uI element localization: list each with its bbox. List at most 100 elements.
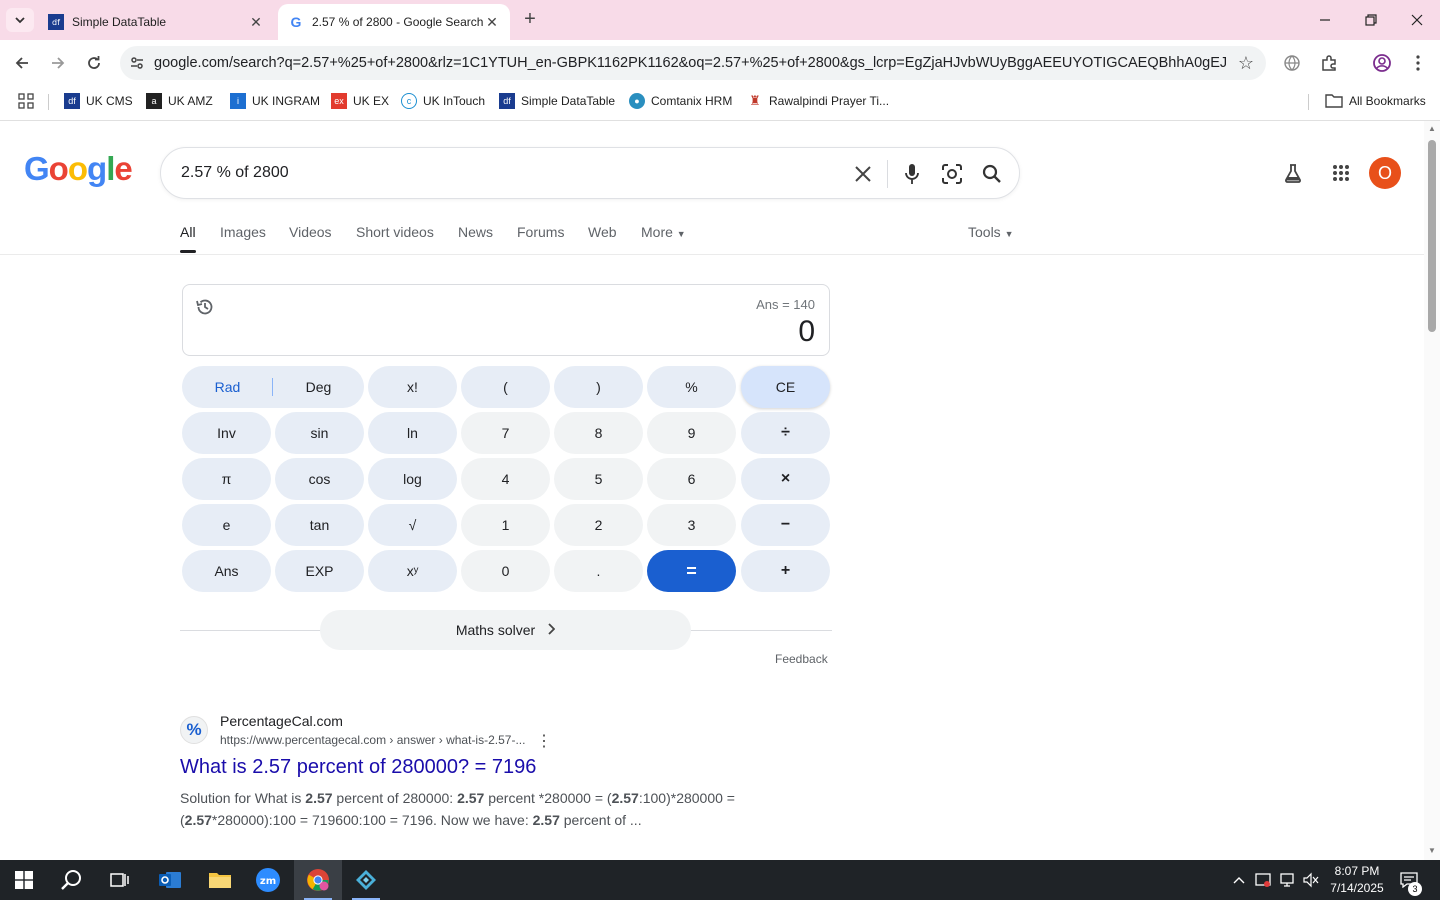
network-icon[interactable] bbox=[1276, 860, 1298, 900]
key-log[interactable]: log bbox=[368, 458, 457, 500]
tab-short-videos[interactable]: Short videos bbox=[356, 224, 434, 240]
key-tan[interactable]: tan bbox=[275, 504, 364, 546]
key-ans[interactable]: Ans bbox=[182, 550, 271, 592]
key-4[interactable]: 4 bbox=[461, 458, 550, 500]
bookmark-simple-datatable[interactable]: df Simple DataTable bbox=[499, 92, 615, 110]
outlook-icon[interactable] bbox=[146, 860, 194, 900]
forward-button[interactable] bbox=[44, 49, 72, 77]
zoom-icon[interactable]: zm bbox=[244, 860, 292, 900]
result-title-link[interactable]: What is 2.57 percent of 280000? = 7196 bbox=[180, 756, 536, 779]
result-url[interactable]: https://www.percentagecal.com › answer ›… bbox=[220, 733, 525, 747]
tab-more[interactable]: More ▼ bbox=[641, 224, 686, 240]
rad-button[interactable]: Rad bbox=[182, 366, 273, 408]
deg-button[interactable]: Deg bbox=[273, 366, 364, 408]
maths-solver-button[interactable]: Maths solver bbox=[320, 610, 691, 650]
new-tab-button[interactable]: + bbox=[518, 8, 542, 32]
minimize-button[interactable] bbox=[1302, 0, 1348, 40]
search-input[interactable]: 2.57 % of 2800 bbox=[181, 164, 289, 182]
key-power[interactable]: xʸ bbox=[368, 550, 457, 592]
history-icon[interactable] bbox=[195, 297, 215, 317]
result-site-name[interactable]: PercentageCal.com bbox=[220, 713, 343, 729]
key-7[interactable]: 7 bbox=[461, 412, 550, 454]
tab-all[interactable]: All bbox=[180, 224, 196, 240]
restore-button[interactable] bbox=[1348, 0, 1394, 40]
key-exp[interactable]: EXP bbox=[275, 550, 364, 592]
tools-button[interactable]: Tools ▼ bbox=[968, 224, 1014, 240]
task-view-icon[interactable] bbox=[96, 860, 144, 900]
key-pi[interactable]: π bbox=[182, 458, 271, 500]
kebab-menu-icon[interactable]: ⋮ bbox=[536, 731, 552, 751]
key-ln[interactable]: ln bbox=[368, 412, 457, 454]
bookmark-uk-intouch[interactable]: c UK InTouch bbox=[401, 92, 485, 110]
key-8[interactable]: 8 bbox=[554, 412, 643, 454]
key-cos[interactable]: cos bbox=[275, 458, 364, 500]
tab-videos[interactable]: Videos bbox=[289, 224, 332, 240]
close-icon[interactable]: ✕ bbox=[484, 14, 500, 31]
key-subtract[interactable]: − bbox=[741, 504, 830, 546]
tab-google-search[interactable]: G 2.57 % of 2800 - Google Search ✕ bbox=[278, 4, 510, 40]
google-apps-icon[interactable] bbox=[1325, 157, 1357, 189]
chevron-up-icon[interactable] bbox=[1228, 860, 1250, 900]
file-explorer-icon[interactable] bbox=[196, 860, 244, 900]
app-diamond-icon[interactable] bbox=[342, 860, 390, 900]
key-clear-entry[interactable]: CE bbox=[741, 366, 830, 408]
feedback-link[interactable]: Feedback bbox=[775, 652, 828, 666]
key-0[interactable]: 0 bbox=[461, 550, 550, 592]
key-decimal[interactable]: . bbox=[554, 550, 643, 592]
labs-flask-icon[interactable] bbox=[1277, 157, 1309, 189]
key-5[interactable]: 5 bbox=[554, 458, 643, 500]
key-divide[interactable]: ÷ bbox=[741, 412, 830, 454]
key-add[interactable]: + bbox=[741, 550, 830, 592]
lens-camera-icon[interactable] bbox=[939, 161, 965, 187]
profile-icon[interactable] bbox=[1370, 51, 1394, 75]
bookmark-uk-amz[interactable]: a UK AMZ bbox=[146, 92, 213, 110]
reload-button[interactable] bbox=[80, 49, 108, 77]
search-icon[interactable] bbox=[48, 860, 96, 900]
tab-forums[interactable]: Forums bbox=[517, 224, 564, 240]
key-6[interactable]: 6 bbox=[647, 458, 736, 500]
search-box[interactable]: 2.57 % of 2800 bbox=[160, 147, 1020, 199]
key-close-paren[interactable]: ) bbox=[554, 366, 643, 408]
tab-news[interactable]: News bbox=[458, 224, 493, 240]
window-close-button[interactable] bbox=[1394, 0, 1440, 40]
back-button[interactable] bbox=[8, 49, 36, 77]
extensions-icon[interactable] bbox=[1317, 51, 1341, 75]
windows-start-icon[interactable] bbox=[0, 860, 48, 900]
google-logo[interactable]: Google bbox=[24, 150, 133, 188]
translate-icon[interactable] bbox=[1280, 51, 1304, 75]
scrollbar-thumb[interactable] bbox=[1428, 140, 1436, 332]
key-3[interactable]: 3 bbox=[647, 504, 736, 546]
microphone-icon[interactable] bbox=[899, 161, 925, 187]
security-icon[interactable] bbox=[1252, 860, 1274, 900]
bookmark-uk-ingram[interactable]: i UK INGRAM bbox=[230, 92, 320, 110]
percent-site-icon[interactable]: % bbox=[180, 716, 208, 744]
avatar[interactable]: O bbox=[1369, 157, 1401, 189]
key-multiply[interactable]: × bbox=[741, 458, 830, 500]
key-sin[interactable]: sin bbox=[275, 412, 364, 454]
address-bar[interactable]: google.com/search?q=2.57+%25+of+2800&rlz… bbox=[120, 46, 1266, 80]
key-2[interactable]: 2 bbox=[554, 504, 643, 546]
bookmark-comtanix-hrm[interactable]: ● Comtanix HRM bbox=[629, 92, 732, 110]
tab-search-button[interactable] bbox=[6, 8, 34, 32]
key-9[interactable]: 9 bbox=[647, 412, 736, 454]
key-inv[interactable]: Inv bbox=[182, 412, 271, 454]
volume-muted-icon[interactable] bbox=[1300, 860, 1322, 900]
url-text[interactable]: google.com/search?q=2.57+%25+of+2800&rlz… bbox=[154, 55, 1226, 71]
key-sqrt[interactable]: √ bbox=[368, 504, 457, 546]
key-percent[interactable]: % bbox=[647, 366, 736, 408]
search-icon[interactable] bbox=[979, 161, 1005, 187]
key-open-paren[interactable]: ( bbox=[461, 366, 550, 408]
scroll-up-icon[interactable]: ▲ bbox=[1427, 124, 1437, 134]
key-e[interactable]: e bbox=[182, 504, 271, 546]
key-equals[interactable]: = bbox=[647, 550, 736, 592]
system-clock[interactable]: 8:07 PM 7/14/2025 bbox=[1326, 863, 1388, 897]
bookmark-star-icon[interactable]: ☆ bbox=[1226, 53, 1266, 74]
all-bookmarks-button[interactable]: All Bookmarks bbox=[1325, 92, 1426, 110]
key-factorial[interactable]: x! bbox=[368, 366, 457, 408]
bookmark-uk-ex[interactable]: ex UK EX bbox=[331, 92, 389, 110]
tab-images[interactable]: Images bbox=[220, 224, 266, 240]
scroll-down-icon[interactable]: ▼ bbox=[1427, 846, 1437, 856]
bookmark-uk-cms[interactable]: df UK CMS bbox=[64, 92, 133, 110]
chrome-icon[interactable] bbox=[294, 860, 342, 900]
site-settings-icon[interactable] bbox=[120, 46, 154, 80]
